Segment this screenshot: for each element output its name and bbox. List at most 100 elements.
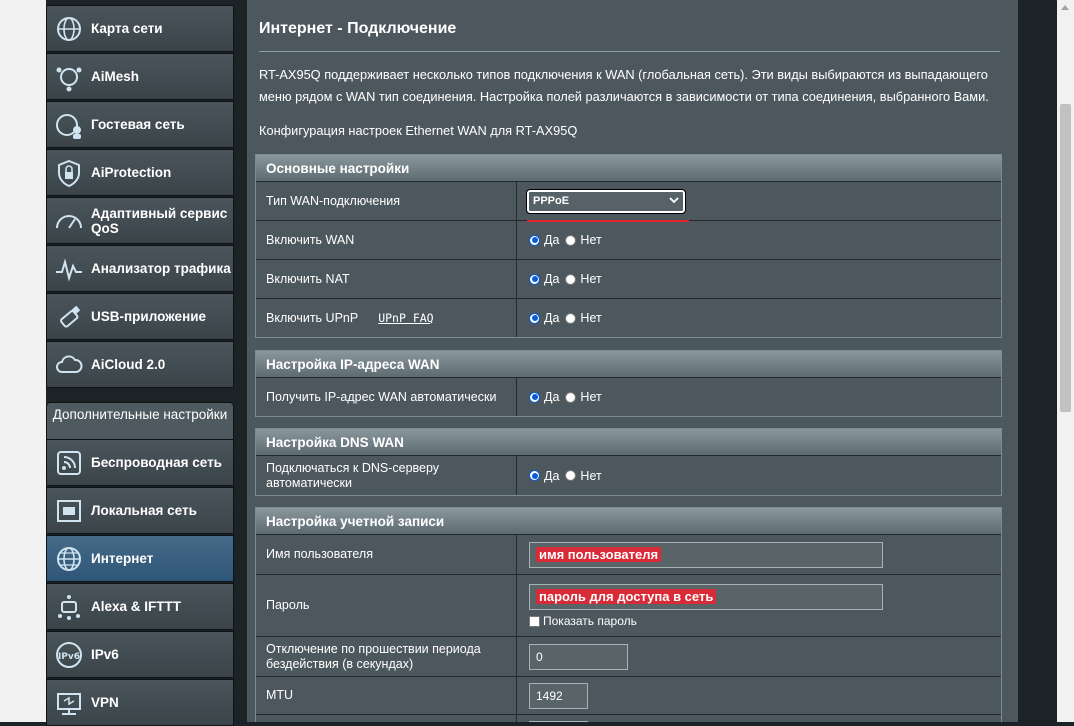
highlight-underline <box>527 220 689 222</box>
sidebar-item-label: IPv6 <box>91 647 119 662</box>
mtu-row: MTU 1492 <box>256 676 1001 714</box>
auto-dns-yes-radio[interactable] <box>529 470 540 481</box>
vertical-scrollbar[interactable] <box>1057 0 1074 722</box>
sidebar-item-alexa-ifttt[interactable]: Alexa & IFTTT <box>46 583 234 630</box>
window-left-margin <box>0 0 46 722</box>
option-yes-label: Да <box>544 233 560 247</box>
sidebar-item-label: VPN <box>91 695 119 710</box>
chevron-down-icon <box>669 195 679 207</box>
option-no-label: Нет <box>580 468 602 483</box>
sidebar-item-label: AiMesh <box>91 69 140 84</box>
password-input[interactable]: пароль для доступа в сеть <box>529 583 883 610</box>
scroll-up-icon[interactable] <box>1061 5 1069 10</box>
show-password-checkbox[interactable] <box>529 615 540 627</box>
title-divider <box>259 51 1000 52</box>
aiprotection-lock-icon <box>47 149 91 196</box>
sidebar-item-lan[interactable]: Локальная сеть <box>46 487 234 534</box>
password-value: пароль для доступа в сеть <box>536 589 717 604</box>
sidebar-item-ipv6[interactable]: IPv6 IPv6 <box>46 631 234 678</box>
enable-wan-no-radio[interactable] <box>565 234 577 246</box>
auto-ip-no-radio[interactable] <box>565 391 577 403</box>
sidebar-item-label: Адаптивный сервис QoS <box>91 205 228 236</box>
username-value: имя пользователя <box>536 547 662 562</box>
account-section: Настройка учетной записи Имя пользовател… <box>255 507 1002 722</box>
sidebar-item-qos[interactable]: Адаптивный сервис QoS <box>46 197 234 244</box>
wireless-icon <box>47 439 91 486</box>
option-no-label: Нет <box>580 233 602 247</box>
sidebar-item-wireless[interactable]: Беспроводная сеть <box>46 439 234 486</box>
sidebar-item-label: Локальная сеть <box>91 503 197 518</box>
enable-upnp-no-radio[interactable] <box>565 312 577 324</box>
advanced-settings-header: Дополнительные настройки <box>46 402 234 440</box>
alexa-ifttt-icon <box>47 583 91 630</box>
section-header: Основные настройки <box>256 155 1001 181</box>
mtu-input[interactable]: 1492 <box>529 682 588 709</box>
sidebar-item-aimesh[interactable]: AiMesh <box>46 53 234 100</box>
sidebar-item-aiprotection[interactable]: AiProtection <box>46 149 234 196</box>
internet-globe-icon <box>47 535 91 582</box>
idle-timeout-row: Отключение по прошествии периода бездейс… <box>256 636 1001 676</box>
scrollbar-thumb[interactable] <box>1060 104 1071 412</box>
dns-section: Настройка DNS WAN Подключаться к DNS-сер… <box>255 428 1002 496</box>
sidebar-item-label: Интернет <box>91 551 154 566</box>
sidebar-item-traffic-analyzer[interactable]: Анализатор трафика <box>46 245 234 292</box>
enable-upnp-yes-radio[interactable] <box>529 312 540 324</box>
upnp-faq-link[interactable]: UPnP FAQ <box>378 311 433 326</box>
traffic-analyzer-icon <box>47 245 91 292</box>
option-yes-label: Да <box>544 468 560 483</box>
enable-wan-yes-radio[interactable] <box>529 234 540 246</box>
wan-ip-section: Настройка IP-адреса WAN Получить IP-адре… <box>255 350 1002 417</box>
sidebar-item-label: Анализатор трафика <box>91 261 231 276</box>
option-yes-label: Да <box>544 272 560 286</box>
aicloud-icon <box>47 341 91 388</box>
qos-gauge-icon <box>47 197 91 244</box>
sidebar-item-label: Гостевая сеть <box>91 117 185 132</box>
sidebar-item-label: Беспроводная сеть <box>91 455 222 470</box>
auto-dns-no-radio[interactable] <box>565 470 577 481</box>
next-row-partial <box>256 714 1001 722</box>
lan-icon <box>47 487 91 534</box>
option-no-label: Нет <box>580 311 602 325</box>
idle-timeout-label: Отключение по прошествии периода бездейс… <box>256 637 517 676</box>
auto-ip-row: Получить IP-адрес WAN автоматически Да Н… <box>256 377 1001 416</box>
main-panel: Интернет - Подключение RT-AX95Q поддержи… <box>247 0 1018 722</box>
svg-text:IPv6: IPv6 <box>58 652 80 662</box>
sidebar-item-label: USB-приложение <box>91 309 207 324</box>
window-right-margin <box>1018 0 1057 722</box>
auto-dns-label: Подключаться к DNS-серверу автоматически <box>256 456 517 495</box>
sidebar-item-internet[interactable]: Интернет <box>46 535 234 582</box>
auto-ip-yes-radio[interactable] <box>529 391 540 403</box>
username-input[interactable]: имя пользователя <box>529 541 883 568</box>
page-description: RT-AX95Q поддерживает несколько типов по… <box>259 67 989 104</box>
sidebar-item-label: Карта сети <box>91 21 163 36</box>
sidebar-item-guest-network[interactable]: Гостевая сеть <box>46 101 234 148</box>
network-map-icon <box>47 5 91 52</box>
sidebar-item-label: Alexa & IFTTT <box>91 599 182 614</box>
ipv6-icon: IPv6 <box>47 631 91 678</box>
sidebar-item-network-map[interactable]: Карта сети <box>46 5 234 52</box>
idle-timeout-input[interactable]: 0 <box>529 643 628 670</box>
enable-wan-label: Включить WAN <box>256 221 517 259</box>
option-no-label: Нет <box>580 272 602 286</box>
password-row: Пароль пароль для доступа в сеть Показат… <box>256 574 1001 636</box>
mtu-label: MTU <box>256 677 517 714</box>
wan-type-select[interactable]: PPPoE <box>526 188 686 214</box>
sidebar-item-label: AiProtection <box>91 165 172 180</box>
enable-upnp-row: Включить UPnP UPnP FAQ Да Нет <box>256 298 1001 337</box>
sidebar-item-aicloud[interactable]: AiCloud 2.0 <box>46 341 234 388</box>
wan-type-value: PPPoE <box>533 195 570 207</box>
aimesh-icon <box>47 53 91 100</box>
username-label: Имя пользователя <box>256 535 517 574</box>
auto-dns-row: Подключаться к DNS-серверу автоматически… <box>256 455 1001 495</box>
username-row: Имя пользователя имя пользователя <box>256 534 1001 574</box>
enable-nat-no-radio[interactable] <box>565 273 577 285</box>
sidebar-item-usb[interactable]: USB-приложение <box>46 293 234 340</box>
next-row-label <box>256 715 517 722</box>
sidebar-item-vpn[interactable]: VPN <box>46 679 234 726</box>
option-yes-label: Да <box>544 311 560 325</box>
usb-icon <box>47 293 91 340</box>
vpn-icon <box>47 679 91 726</box>
enable-upnp-label-cell: Включить UPnP UPnP FAQ <box>256 299 517 337</box>
option-yes-label: Да <box>544 390 560 404</box>
enable-nat-yes-radio[interactable] <box>529 273 540 285</box>
